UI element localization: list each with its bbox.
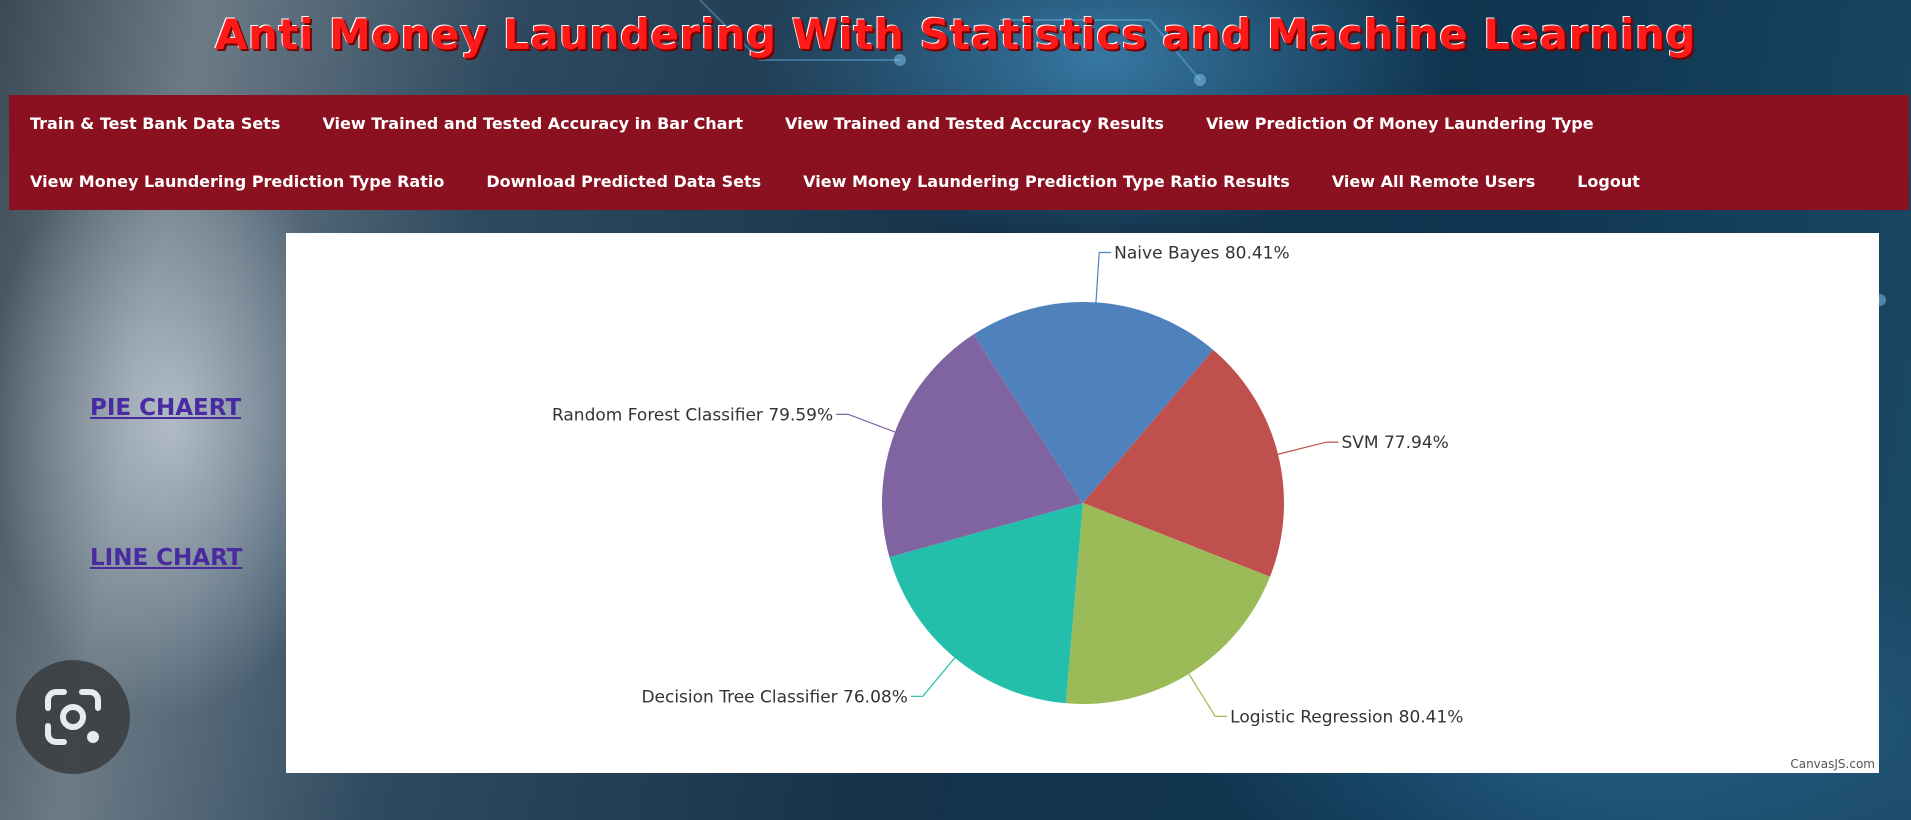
slice-label-logistic-regression: Logistic Regression 80.41% [1230, 707, 1463, 727]
leader-line-random-forest-classifier [836, 413, 896, 433]
nav-row-2: View Money Laundering Prediction Type Ra… [9, 153, 1661, 210]
main-navigation: Train & Test Bank Data Sets View Trained… [9, 95, 1909, 210]
leader-line-decision-tree-classifier [910, 657, 956, 697]
page-title: Anti Money Laundering With Statistics an… [215, 10, 1696, 59]
slice-label-naive-bayes: Naive Bayes 80.41% [1114, 244, 1289, 264]
slice-label-random-forest-classifier: Random Forest Classifier 79.59% [552, 405, 833, 425]
nav-train-test-data-sets[interactable]: Train & Test Bank Data Sets [9, 114, 301, 133]
nav-prediction-type[interactable]: View Prediction Of Money Laundering Type [1185, 114, 1615, 133]
chart-credit[interactable]: CanvasJS.com [1790, 757, 1875, 771]
nav-remote-users[interactable]: View All Remote Users [1311, 172, 1556, 191]
chart-container: Naive Bayes 80.41% SVM 77.94% Logistic Reg… [286, 233, 1879, 773]
nav-accuracy-results[interactable]: View Trained and Tested Accuracy Results [764, 114, 1185, 133]
camera-lens-glyph [45, 689, 101, 745]
nav-download-predicted-data[interactable]: Download Predicted Data Sets [465, 172, 782, 191]
pie-chart: Naive Bayes 80.41% SVM 77.94% Logistic Reg… [552, 244, 1464, 728]
google-lens-icon[interactable] [16, 660, 130, 774]
nav-row-1: Train & Test Bank Data Sets View Trained… [9, 95, 1615, 152]
nav-logout[interactable]: Logout [1556, 172, 1661, 191]
pie-chart-link[interactable]: PIE CHAERT [90, 395, 241, 421]
slice-label-decision-tree-classifier: Decision Tree Classifier 76.08% [641, 687, 907, 707]
nav-prediction-ratio-results[interactable]: View Money Laundering Prediction Type Ra… [782, 172, 1311, 191]
leader-line-svm [1277, 441, 1339, 455]
leader-line-naive-bayes [1095, 251, 1112, 303]
line-chart-link[interactable]: LINE CHART [90, 545, 242, 571]
nav-prediction-type-ratio[interactable]: View Money Laundering Prediction Type Ra… [9, 172, 465, 191]
slice-label-svm: SVM 77.94% [1342, 433, 1449, 453]
nav-accuracy-bar-chart[interactable]: View Trained and Tested Accuracy in Bar … [301, 114, 764, 133]
leader-line-logistic-regression [1188, 673, 1228, 717]
